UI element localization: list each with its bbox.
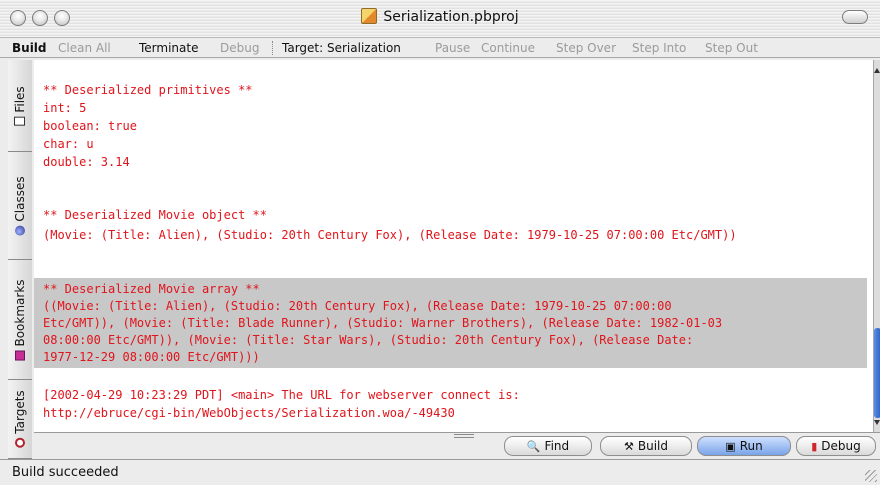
log-line: 1977-12-29 08:00:00 Etc/GMT))): [43, 350, 260, 364]
status-bar: Build succeeded: [0, 459, 880, 485]
clean-all-command[interactable]: Clean All: [58, 41, 111, 55]
classes-icon: [15, 225, 25, 236]
magnifier-icon: 🔍: [526, 440, 541, 453]
window-title: Serialization.pbproj: [0, 8, 880, 25]
find-button[interactable]: 🔍 Find: [504, 436, 592, 456]
step-over-command[interactable]: Step Over: [556, 41, 616, 55]
toolbar-separator: [272, 41, 273, 55]
command-toolbar: Build Clean All Terminate Debug Target: …: [0, 38, 880, 58]
log-line: boolean: true: [43, 119, 137, 133]
continue-command[interactable]: Continue: [481, 41, 535, 55]
log-line: http://ebruce/cgi-bin/WebObjects/Seriali…: [43, 406, 455, 420]
toolbar-toggle-button[interactable]: [842, 10, 868, 24]
side-tab-strip: Files Classes Bookmarks Targets: [8, 60, 32, 459]
step-out-command[interactable]: Step Out: [705, 41, 758, 55]
debug-button[interactable]: ▮ Debug: [796, 436, 876, 456]
target-selector[interactable]: Target: Serialization: [282, 41, 401, 55]
step-into-command[interactable]: Step Into: [632, 41, 686, 55]
tab-targets-label: Targets: [13, 390, 27, 434]
scroll-thumb[interactable]: [874, 328, 880, 418]
file-icon: [14, 116, 25, 126]
log-line: Etc/GMT)), (Movie: (Title: Blade Runner)…: [43, 316, 723, 330]
status-text: Build succeeded: [12, 465, 119, 480]
log-line: char: u: [43, 137, 94, 151]
project-window: Serialization.pbproj Build Clean All Ter…: [0, 0, 880, 485]
log-line: (Movie: (Title: Alien), (Studio: 20th Ce…: [43, 228, 737, 242]
hammer-icon: ⚒: [624, 440, 634, 453]
debug-button-label: Debug: [821, 439, 861, 453]
tab-bookmarks[interactable]: Bookmarks: [8, 260, 32, 380]
pane-splitter-handle[interactable]: [454, 434, 474, 438]
window-title-text: Serialization.pbproj: [383, 9, 519, 25]
spray-can-icon: ▮: [811, 440, 818, 453]
tab-files[interactable]: Files: [8, 60, 32, 152]
resize-grip-icon[interactable]: [865, 470, 877, 482]
title-bar[interactable]: Serialization.pbproj: [0, 0, 880, 38]
find-button-label: Find: [544, 439, 570, 453]
terminate-command[interactable]: Terminate: [139, 41, 198, 55]
build-button-label: Build: [637, 439, 668, 453]
tab-targets[interactable]: Targets: [8, 380, 32, 459]
log-line: ** Deserialized Movie array **: [43, 282, 260, 296]
tab-files-label: Files: [13, 85, 27, 113]
vertical-scrollbar[interactable]: [873, 60, 880, 432]
log-line: ** Deserialized Movie object **: [43, 208, 267, 222]
bottom-button-bar: 🔍 Find ⚒ Build ▣ Run ▮ Debug: [34, 432, 880, 459]
run-monitor-icon: ▣: [725, 440, 736, 453]
target-icon: [15, 437, 25, 448]
log-line: double: 3.14: [43, 155, 130, 169]
run-button[interactable]: ▣ Run: [697, 436, 791, 456]
tab-classes[interactable]: Classes: [8, 152, 32, 260]
tab-classes-label: Classes: [13, 175, 27, 222]
tab-bookmarks-label: Bookmarks: [13, 278, 27, 347]
log-line: int: 5: [43, 101, 87, 115]
log-line: 08:00:00 Etc/GMT)), (Movie: (Title: Star…: [43, 333, 694, 347]
run-button-label: Run: [739, 439, 763, 453]
scroll-up-arrow-icon[interactable]: [874, 68, 880, 73]
build-button[interactable]: ⚒ Build: [600, 436, 692, 456]
pause-command[interactable]: Pause: [435, 41, 470, 55]
run-log-view[interactable]: ** Deserialized primitives ** int: 5 boo…: [34, 60, 873, 432]
log-line: ((Movie: (Title: Alien), (Studio: 20th C…: [43, 299, 672, 313]
log-line: ** Deserialized primitives **: [43, 83, 253, 97]
bookmark-icon: [15, 350, 25, 361]
project-file-icon: [361, 8, 378, 24]
build-command[interactable]: Build: [12, 41, 47, 55]
debug-command[interactable]: Debug: [220, 41, 259, 55]
log-line: [2002-04-29 10:23:29 PDT] <main> The URL…: [43, 388, 520, 402]
scroll-down-arrow-icon[interactable]: [874, 420, 880, 425]
